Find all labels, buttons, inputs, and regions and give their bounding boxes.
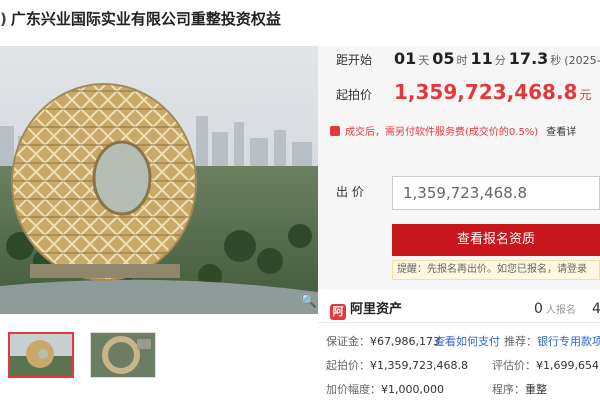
countdown-seconds-unit: 秒 [550, 54, 562, 67]
deposit-row: 保证金：¥67,986,173 [326, 334, 440, 350]
bag-icon [330, 126, 340, 136]
countdown-label: 距开始 [336, 53, 373, 67]
increment-value: ¥1,000,000 [381, 383, 444, 396]
deposit-link-text[interactable]: 查看如何支付 [434, 335, 500, 348]
increment-row: 加价幅度：¥1,000,000 [326, 382, 444, 398]
starting-price-row: 起拍价 1,359,723,468.8 元 [336, 80, 591, 104]
bid-tip: 提醒：先报名再出价。如您已报名，请登录 [392, 260, 600, 280]
thumbnail-1[interactable] [8, 332, 74, 378]
countdown-hours-unit: 时 [456, 54, 468, 67]
recommend-label: 推荐： [504, 335, 537, 348]
signup-count: 0 人报名 [534, 298, 576, 318]
platform-brand[interactable]: 阿阿里资产 [330, 297, 403, 320]
round-building-illustration [0, 46, 318, 314]
deposit-label: 保证金： [326, 335, 370, 348]
thumbnail-2-image [91, 333, 155, 377]
platform-name: 阿里资产 [350, 302, 403, 317]
signup-unit: 人报名 [545, 305, 576, 316]
start-price-detail-value: ¥1,359,723,468.8 [370, 359, 468, 372]
title-prefix: ) [0, 10, 7, 28]
recommend-row: 推荐：银行专用款项 [504, 334, 600, 350]
recommend-value[interactable]: 银行专用款项 [537, 335, 600, 348]
view-registration-button[interactable]: 查看报名资质 [392, 224, 600, 256]
alibaba-logo-icon: 阿 [330, 304, 346, 320]
main-photo[interactable] [0, 46, 318, 314]
countdown-date: (2025-1 [564, 54, 600, 67]
second-stat-number: 4 [592, 301, 600, 317]
procedure-label: 程序： [492, 383, 525, 396]
deposit-value: ¥67,986,173 [370, 335, 440, 348]
procedure-row: 程序：重整 [492, 382, 547, 398]
page-title: ) 广东兴业国际实业有限公司重整投资权益 [0, 6, 600, 32]
countdown-seconds: 17.3 [508, 49, 549, 68]
fee-notice: 成交后，需另付软件服务费(成交价的0.5%) 查看详 [330, 123, 600, 143]
signup-number: 0 [534, 301, 543, 317]
procedure-value: 重整 [525, 383, 547, 396]
countdown-minutes-unit: 分 [494, 54, 506, 67]
increment-label: 加价幅度： [326, 383, 381, 396]
thumbnail-2[interactable] [90, 332, 156, 378]
fee-notice-link[interactable]: 查看详 [546, 127, 576, 138]
deposit-link[interactable]: 查看如何支付 [434, 334, 500, 350]
countdown-minutes: 11 [470, 49, 493, 68]
countdown-hours: 05 [432, 49, 455, 68]
divider [318, 322, 600, 323]
starting-price-value: 1,359,723,468.8 [394, 80, 578, 104]
start-price-row: 起拍价：¥1,359,723,468.8 [326, 358, 468, 374]
title-text: 广东兴业国际实业有限公司重整投资权益 [10, 10, 281, 28]
countdown-days: 01 [394, 49, 417, 68]
starting-price-label: 起拍价 [336, 88, 373, 102]
second-stat: 4 [592, 298, 600, 318]
magnifier-icon[interactable]: 🔍 [299, 292, 319, 312]
start-price-label: 起拍价： [326, 359, 370, 372]
bid-input[interactable] [392, 176, 600, 210]
eval-price-row: 评估价：¥1,699,654,33 [492, 358, 600, 374]
countdown-row: 距开始 01天05时11分17.3秒(2025-1 [336, 50, 600, 68]
eval-price-value: ¥1,699,654,33 [536, 359, 600, 372]
fee-notice-text: 成交后，需另付软件服务费(成交价的0.5%) [345, 127, 539, 138]
bid-label: 出 价 [336, 185, 364, 199]
countdown-days-unit: 天 [418, 54, 430, 67]
thumbnail-1-image [10, 334, 72, 376]
eval-price-label: 评估价： [492, 359, 536, 372]
starting-price-currency: 元 [579, 88, 592, 102]
